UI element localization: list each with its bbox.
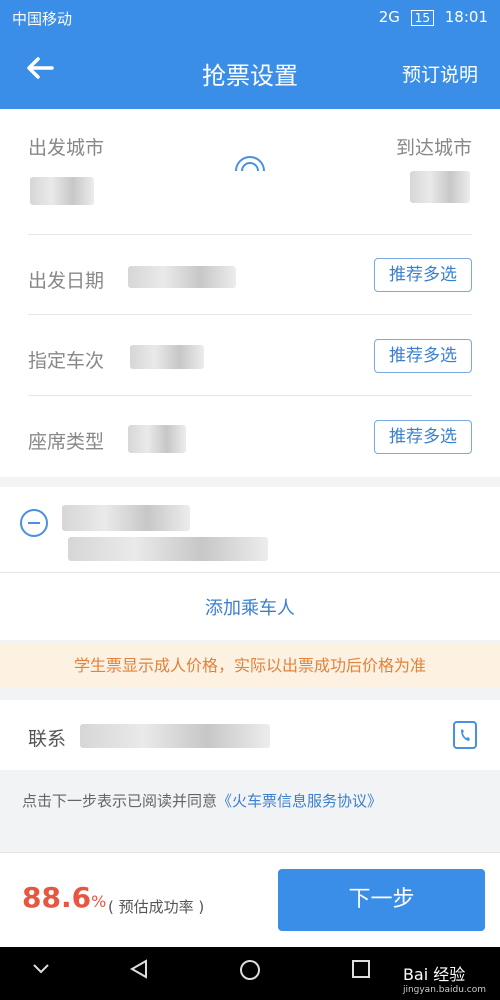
chevron-down-icon[interactable] <box>30 958 52 986</box>
carrier-name: 中国移动 <box>12 10 73 28</box>
seat-type-label: 座席类型 <box>28 431 105 453</box>
to-city-label: 到达城市 <box>395 137 472 159</box>
booking-notes-link[interactable]: 预订说明 <box>402 60 478 87</box>
app-header: 抢票设置 预订说明 <box>0 36 500 109</box>
success-rate-unit: % <box>91 892 107 911</box>
home-circle-icon[interactable] <box>238 958 262 988</box>
network-type: 2G <box>378 8 400 26</box>
success-rate-value: 88.6 <box>22 881 92 914</box>
agreement-text: 点击下一步表示已阅读并同意《火车票信息服务协议》 <box>22 790 382 811</box>
divider <box>28 234 472 235</box>
success-rate-label: ( 预估成功率 ) <box>108 898 205 916</box>
recents-square-icon[interactable] <box>350 958 372 986</box>
clock: 18:01 <box>444 8 488 26</box>
divider <box>28 314 472 315</box>
divider <box>28 395 472 396</box>
phone-book-icon[interactable] <box>452 720 478 750</box>
watermark-url: jingyan.baidu.com <box>402 985 486 995</box>
status-bar: 中国移动 2G 15 18:01 <box>0 0 500 36</box>
from-city-value[interactable] <box>30 177 94 205</box>
add-passenger-button[interactable]: 添加乘车人 <box>0 594 500 620</box>
back-triangle-icon[interactable] <box>128 958 150 986</box>
success-rate: 88.6% <box>22 881 106 914</box>
contact-label: 联系 <box>28 728 67 750</box>
passenger-name <box>62 505 190 531</box>
seat-recommend-button[interactable]: 推荐多选 <box>374 420 472 454</box>
watermark-brand: Bai 经验 <box>402 965 466 984</box>
passenger-panel: 添加乘车人 <box>0 487 500 640</box>
to-city-value[interactable] <box>410 171 470 203</box>
train-number-value[interactable] <box>130 345 204 369</box>
swap-cities-icon[interactable] <box>232 149 268 185</box>
from-city-label: 出发城市 <box>28 137 105 159</box>
departure-date-label: 出发日期 <box>28 270 105 292</box>
student-ticket-notice: 学生票显示成人价格，实际以出票成功后价格为准 <box>0 643 500 688</box>
departure-date-value[interactable] <box>128 266 236 288</box>
divider <box>0 572 500 573</box>
ticket-form: 出发城市 到达城市 出发日期 推荐多选 指定车次 推荐多选 座席类型 推荐多选 <box>0 109 500 477</box>
baidu-jingyan-watermark: Bai 经验 jingyan.baidu.com <box>403 961 486 995</box>
train-recommend-button[interactable]: 推荐多选 <box>374 339 472 373</box>
train-number-label: 指定车次 <box>28 350 105 372</box>
contact-phone[interactable] <box>80 724 270 748</box>
next-step-button[interactable]: 下一步 <box>278 869 485 931</box>
status-right: 2G 15 18:01 <box>373 8 488 26</box>
agreement-prefix: 点击下一步表示已阅读并同意 <box>22 792 218 810</box>
remove-passenger-icon[interactable] <box>20 509 48 537</box>
bottom-bar: 88.6% ( 预估成功率 ) 下一步 <box>0 852 500 948</box>
service-agreement-link[interactable]: 《火车票信息服务协议》 <box>217 792 382 810</box>
passenger-id-number <box>68 537 268 561</box>
system-nav-bar: Bai 经验 jingyan.baidu.com <box>0 947 500 1000</box>
date-recommend-button[interactable]: 推荐多选 <box>374 258 472 292</box>
seat-type-value[interactable] <box>128 425 186 453</box>
battery-level: 15 <box>410 10 434 26</box>
contact-panel: 联系 <box>0 700 500 770</box>
